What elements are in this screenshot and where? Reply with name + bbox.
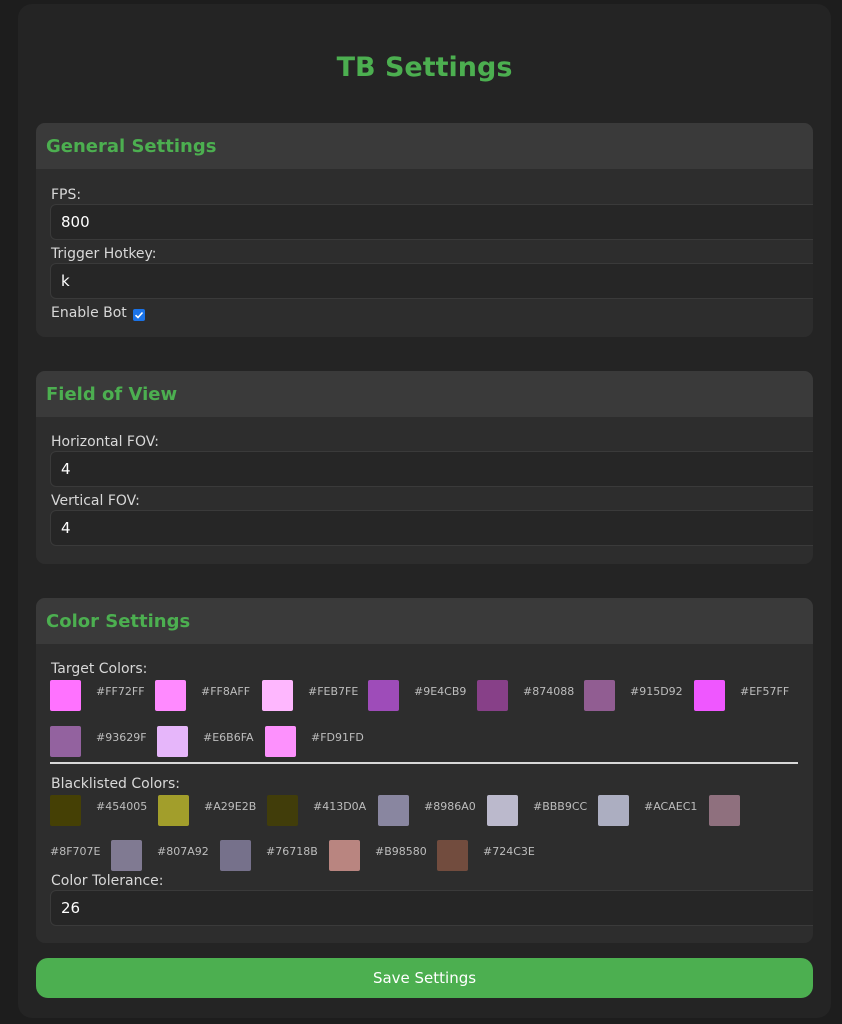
target-color-swatch[interactable] xyxy=(265,726,296,757)
vertical-fov-label: Vertical FOV: xyxy=(51,493,140,509)
color-tolerance-input[interactable]: 26 xyxy=(50,890,813,926)
blacklisted-color-swatch[interactable] xyxy=(111,840,142,871)
fps-label: FPS: xyxy=(51,187,82,203)
general-settings-header: General Settings xyxy=(36,123,813,169)
target-color-hex-label: #E6B6FA xyxy=(203,731,254,744)
blacklisted-color-swatch[interactable] xyxy=(329,840,360,871)
target-color-hex-label: #FEB7FE xyxy=(308,685,359,698)
color-tolerance-label: Color Tolerance: xyxy=(51,873,164,889)
blacklisted-color-swatch[interactable] xyxy=(220,840,251,871)
color-settings-section: Color Settings Target Colors: #FF72FF #FF… xyxy=(36,598,813,943)
blacklisted-color-swatch[interactable] xyxy=(50,795,81,826)
target-color-swatch[interactable] xyxy=(157,726,188,757)
blacklisted-color-hex-label: #A29E2B xyxy=(204,800,257,813)
vertical-fov-input[interactable]: 4 xyxy=(50,510,813,546)
blacklisted-colors-label: Blacklisted Colors: xyxy=(51,776,180,792)
blacklisted-color-swatch[interactable] xyxy=(437,840,468,871)
target-color-swatch[interactable] xyxy=(155,680,186,711)
settings-window: TB Settings General Settings FPS: 800 Tr… xyxy=(18,4,831,1018)
enable-bot-checkbox[interactable] xyxy=(133,309,145,321)
field-of-view-section: Field of View Horizontal FOV: 4 Vertical… xyxy=(36,371,813,564)
target-color-hex-label: #FF8AFF xyxy=(201,685,251,698)
blacklisted-color-hex-label: #BBB9CC xyxy=(533,800,588,813)
target-color-hex-label: #93629F xyxy=(96,731,147,744)
blacklisted-color-hex-label: #8986A0 xyxy=(424,800,476,813)
target-color-swatch[interactable] xyxy=(694,680,725,711)
blacklisted-color-swatch[interactable] xyxy=(378,795,409,826)
blacklisted-color-swatch[interactable] xyxy=(598,795,629,826)
target-color-hex-label: #915D92 xyxy=(630,685,683,698)
blacklisted-color-swatch[interactable] xyxy=(709,795,740,826)
blacklisted-color-hex-label: #B98580 xyxy=(375,845,427,858)
blacklisted-color-hex-label: #8F707E xyxy=(50,845,101,858)
target-color-hex-label: #FF72FF xyxy=(96,685,145,698)
field-of-view-header: Field of View xyxy=(36,371,813,417)
checkmark-icon xyxy=(134,311,144,319)
target-color-swatch[interactable] xyxy=(50,726,81,757)
target-color-hex-label: #FD91FD xyxy=(311,731,364,744)
horizontal-fov-input[interactable]: 4 xyxy=(50,451,813,487)
blacklisted-color-hex-label: #ACAEC1 xyxy=(644,800,698,813)
section-divider xyxy=(50,762,798,764)
blacklisted-color-hex-label: #76718B xyxy=(266,845,318,858)
target-color-hex-label: #EF57FF xyxy=(740,685,790,698)
fps-input[interactable]: 800 xyxy=(50,204,813,240)
page-title: TB Settings xyxy=(336,52,513,83)
blacklisted-color-swatch[interactable] xyxy=(158,795,189,826)
enable-bot-label: Enable Bot xyxy=(51,305,127,321)
color-settings-header: Color Settings xyxy=(36,598,813,644)
trigger-hotkey-label: Trigger Hotkey: xyxy=(51,246,157,262)
blacklisted-color-hex-label: #413D0A xyxy=(313,800,367,813)
target-color-hex-label: #874088 xyxy=(523,685,575,698)
trigger-hotkey-input[interactable]: k xyxy=(50,263,813,299)
target-color-swatch[interactable] xyxy=(50,680,81,711)
target-color-swatch[interactable] xyxy=(262,680,293,711)
blacklisted-color-hex-label: #454005 xyxy=(96,800,148,813)
target-color-swatch[interactable] xyxy=(477,680,508,711)
general-settings-section: General Settings FPS: 800 Trigger Hotkey… xyxy=(36,123,813,337)
target-color-hex-label: #9E4CB9 xyxy=(414,685,467,698)
target-color-swatch[interactable] xyxy=(368,680,399,711)
target-color-swatch[interactable] xyxy=(584,680,615,711)
blacklisted-color-hex-label: #807A92 xyxy=(157,845,209,858)
blacklisted-color-swatch[interactable] xyxy=(267,795,298,826)
target-colors-label: Target Colors: xyxy=(51,661,148,677)
save-settings-button[interactable]: Save Settings xyxy=(36,958,813,998)
blacklisted-color-hex-label: #724C3E xyxy=(483,845,535,858)
horizontal-fov-label: Horizontal FOV: xyxy=(51,434,159,450)
blacklisted-color-swatch[interactable] xyxy=(487,795,518,826)
